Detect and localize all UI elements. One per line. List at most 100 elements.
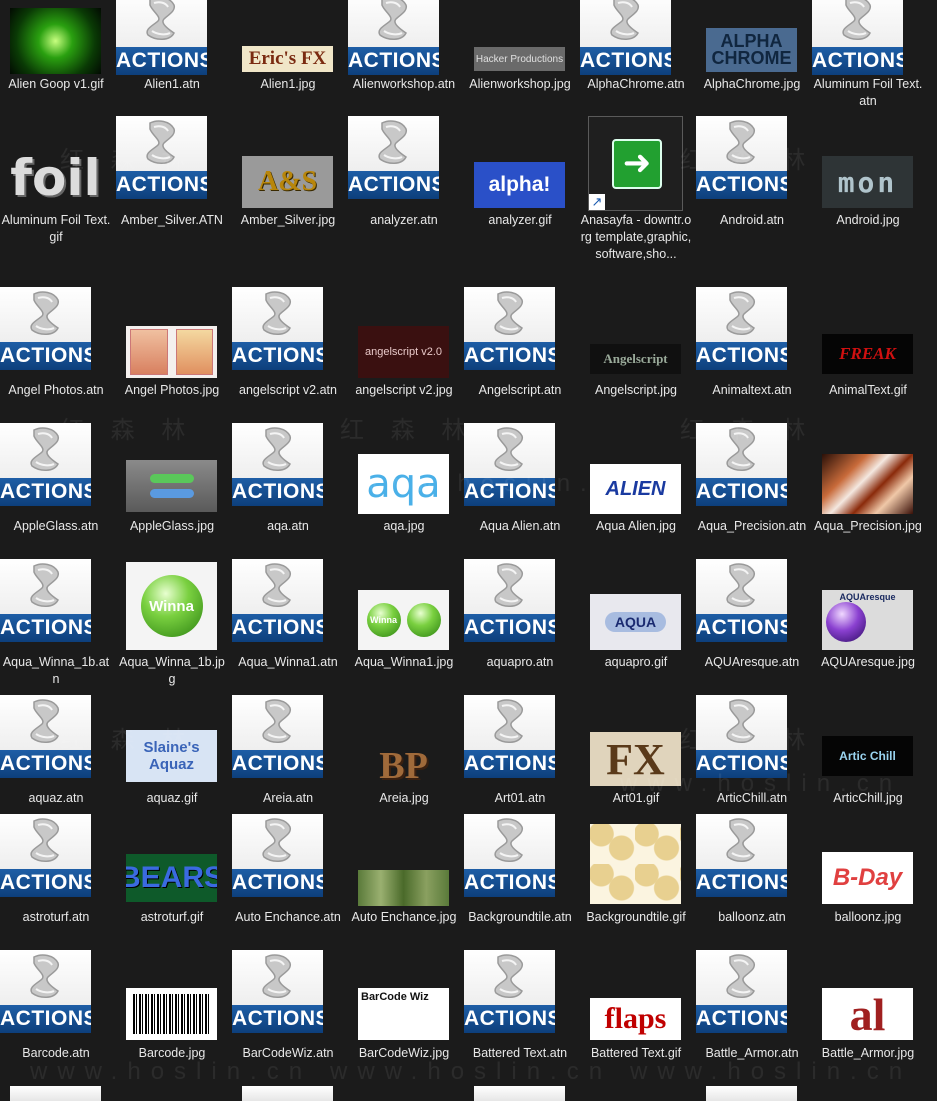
actions-banner-text: ACTIONS bbox=[696, 871, 787, 894]
file-name-label: Angel Photos.jpg bbox=[124, 383, 220, 397]
image-thumbnail: Hacker Productions bbox=[474, 47, 565, 71]
actions-file-icon: ACTIONS bbox=[464, 559, 555, 642]
script-scroll-icon bbox=[494, 291, 524, 335]
file-name-label: astroturf.gif bbox=[140, 910, 204, 924]
file-name-label: AQUAresque.atn bbox=[704, 655, 800, 669]
preview-art-text: aqa bbox=[366, 461, 441, 507]
file-name-label: Animaltext.atn bbox=[712, 383, 792, 397]
script-scroll-icon bbox=[30, 954, 60, 998]
file-name-label: analyzer.atn bbox=[370, 213, 438, 227]
image-thumbnail: Angelscript bbox=[590, 344, 681, 374]
actions-banner-text: ACTIONS bbox=[812, 49, 903, 72]
actions-banner: ACTIONS bbox=[464, 869, 555, 897]
image-thumbnail: Eric's FX bbox=[242, 46, 333, 72]
actions-banner: ACTIONS bbox=[348, 171, 439, 199]
actions-banner: ACTIONS bbox=[232, 614, 323, 642]
file-name-label: astroturf.atn bbox=[22, 910, 90, 924]
actions-file-icon-partial bbox=[242, 1086, 333, 1101]
image-thumbnail: aqa bbox=[358, 454, 449, 514]
image-thumbnail: ALPHA CHROME bbox=[706, 28, 797, 72]
preview-art-text: flaps bbox=[604, 1002, 667, 1035]
image-thumbnail: angelscript v2.0 bbox=[358, 326, 449, 378]
file-name-label: Alien1.atn bbox=[144, 77, 200, 91]
file-name-label: Alienworkshop.atn bbox=[352, 77, 456, 91]
file-name-label: Aluminum Foil Text.atn bbox=[813, 77, 923, 108]
preview-art-text: BEARS bbox=[126, 861, 217, 894]
actions-banner-text: ACTIONS bbox=[0, 480, 91, 503]
actions-file-icon: ACTIONS bbox=[464, 423, 555, 506]
actions-banner-text: ACTIONS bbox=[696, 752, 787, 775]
actions-file-icon: ACTIONS bbox=[116, 0, 207, 75]
script-scroll-icon bbox=[494, 427, 524, 471]
actions-file-icon: ACTIONS bbox=[0, 950, 91, 1033]
image-thumbnail bbox=[358, 870, 449, 906]
actions-file-icon: ACTIONS bbox=[696, 287, 787, 370]
preview-art-text: A&S bbox=[257, 166, 318, 197]
actions-banner: ACTIONS bbox=[232, 478, 323, 506]
actions-banner-text: ACTIONS bbox=[464, 480, 555, 503]
actions-file-icon: ACTIONS bbox=[696, 695, 787, 778]
watermark-text: www.hoslin.cn bbox=[330, 1058, 613, 1085]
script-scroll-icon bbox=[494, 563, 524, 607]
image-thumbnail: BarCode Wiz bbox=[358, 988, 449, 1040]
shortcut-arrow-icon: ↗ bbox=[589, 194, 605, 210]
image-thumbnail bbox=[126, 988, 217, 1040]
actions-banner-text: ACTIONS bbox=[696, 344, 787, 367]
preview-art-text: alpha! bbox=[488, 173, 551, 196]
actions-banner: ACTIONS bbox=[464, 614, 555, 642]
file-name-label: AlphaChrome.atn bbox=[587, 77, 685, 91]
actions-file-icon: ACTIONS bbox=[0, 423, 91, 506]
actions-banner: ACTIONS bbox=[116, 47, 207, 75]
file-name-label: AQUAresque.jpg bbox=[821, 655, 915, 669]
actions-banner-text: ACTIONS bbox=[0, 616, 91, 639]
preview-art-text: FX bbox=[606, 734, 665, 784]
image-thumbnail bbox=[590, 824, 681, 904]
green-orb bbox=[406, 603, 441, 637]
image-thumbnail: ALIEN bbox=[590, 464, 681, 514]
preview-art-text: foil bbox=[10, 149, 101, 207]
actions-file-icon: ACTIONS bbox=[0, 814, 91, 897]
file-name-label: AppleGlass.atn bbox=[13, 519, 99, 533]
actions-file-icon: ACTIONS bbox=[464, 287, 555, 370]
file-name-label: Aqua_Winna_1b.atn bbox=[2, 655, 110, 686]
file-name-label: Art01.atn bbox=[494, 791, 546, 805]
file-name-label: Areia.atn bbox=[262, 791, 314, 805]
actions-file-icon: ACTIONS bbox=[464, 950, 555, 1033]
script-scroll-icon bbox=[30, 563, 60, 607]
script-scroll-icon bbox=[30, 699, 60, 743]
file-grid: Alien Goop v1.gif ACTIONS Alien1.atn Eric's… bbox=[0, 0, 937, 1101]
actions-banner: ACTIONS bbox=[696, 171, 787, 199]
file-name-label: Aqua Alien.jpg bbox=[596, 519, 676, 533]
image-thumbnail: Winna bbox=[358, 590, 449, 650]
script-scroll-icon bbox=[262, 291, 292, 335]
file-name-label: ArticChill.jpg bbox=[833, 791, 903, 805]
script-scroll-icon bbox=[30, 427, 60, 471]
file-name-label: Auto Enchance.jpg bbox=[351, 910, 457, 924]
actions-banner: ACTIONS bbox=[348, 47, 439, 75]
green-orb: Winna bbox=[140, 575, 203, 637]
file-name-label: balloonz.atn bbox=[718, 910, 786, 924]
file-name-label: aquapro.atn bbox=[486, 655, 554, 669]
actions-file-icon: ACTIONS bbox=[116, 116, 207, 199]
actions-banner: ACTIONS bbox=[812, 47, 903, 75]
actions-banner-text: ACTIONS bbox=[0, 871, 91, 894]
actions-banner-text: ACTIONS bbox=[464, 344, 555, 367]
file-name-label: Battle_Armor.atn bbox=[705, 1046, 799, 1060]
preview-art-text: BP bbox=[379, 745, 428, 787]
script-scroll-icon bbox=[30, 818, 60, 862]
green-arrow-icon: ➜ bbox=[612, 139, 662, 189]
actions-banner: ACTIONS bbox=[696, 614, 787, 642]
script-scroll-icon bbox=[610, 0, 640, 40]
preview-art-text: Angelscript bbox=[603, 351, 668, 366]
file-name-label: AppleGlass.jpg bbox=[129, 519, 215, 533]
image-thumbnail bbox=[126, 460, 217, 512]
preview-art-text: AQUA bbox=[604, 612, 667, 632]
actions-banner: ACTIONS bbox=[232, 750, 323, 778]
actions-banner-text: ACTIONS bbox=[232, 871, 323, 894]
file-name-label: Amber_Silver.jpg bbox=[240, 213, 336, 227]
file-name-label: aquapro.gif bbox=[604, 655, 668, 669]
actions-file-icon: ACTIONS bbox=[696, 423, 787, 506]
actions-banner: ACTIONS bbox=[0, 869, 91, 897]
preview-art-text: ALIEN bbox=[605, 477, 666, 500]
actions-banner: ACTIONS bbox=[464, 478, 555, 506]
